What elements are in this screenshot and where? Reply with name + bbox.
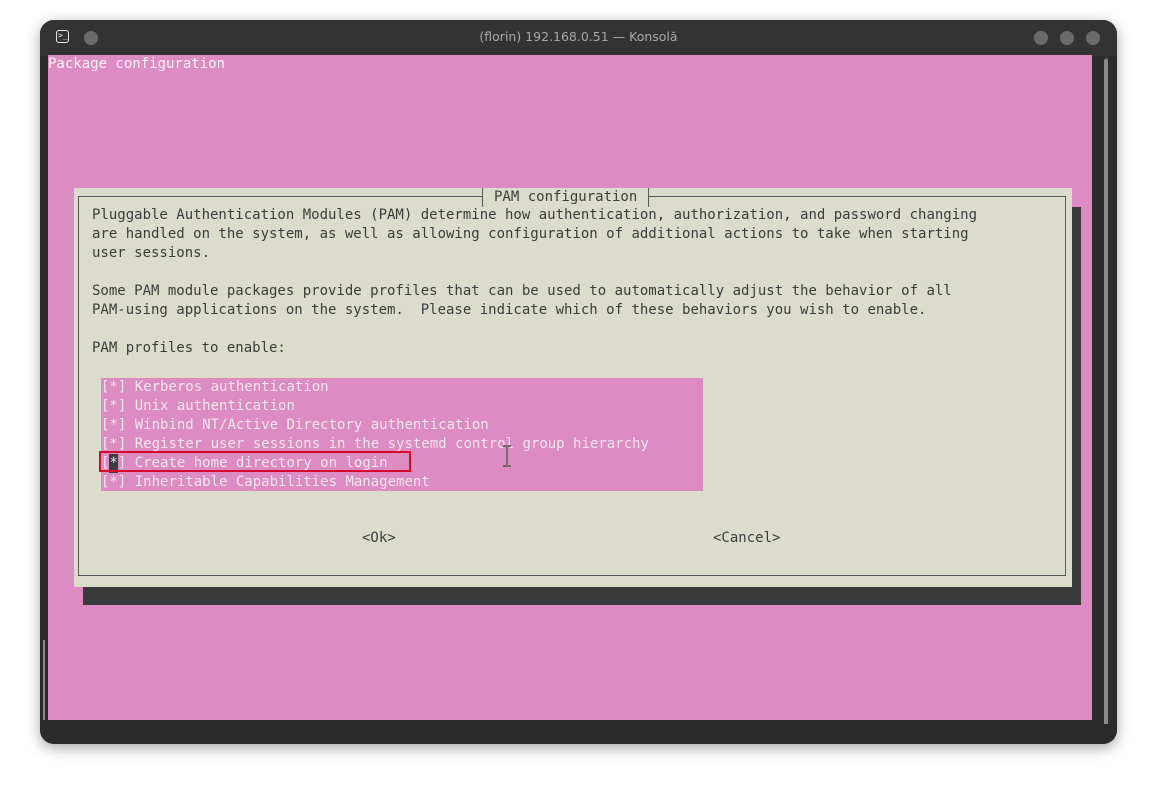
option-label: Kerberos authentication [134,379,329,395]
pam-profiles-list[interactable]: [*] Kerberos authentication [*] Unix aut… [101,378,703,491]
list-item[interactable]: [*] Kerberos authentication [101,378,329,397]
profiles-prompt: PAM profiles to enable: [92,340,286,356]
scrollbar-thumb[interactable] [1104,59,1108,725]
maximize-icon[interactable] [1060,31,1074,45]
description-line: are handled on the system, as well as al… [92,226,969,242]
option-label: Unix authentication [134,398,295,414]
window-bottom-bar [40,724,1117,744]
pam-configuration-dialog: PAM configuration Pluggable Authenticati… [74,188,1072,587]
checkbox-mark[interactable]: [*] [101,379,126,395]
text-cursor-icon [503,445,511,467]
vertical-scrollbar[interactable] [1101,57,1111,725]
annotation-highlight-box [99,451,411,472]
option-label: Register user sessions in the systemd co… [134,436,649,452]
description-line: user sessions. [92,245,211,261]
close-icon[interactable] [1086,31,1100,45]
package-configuration-header: Package configuration [48,56,226,72]
terminal-area[interactable]: Package configuration PAM configuration … [48,55,1092,720]
list-item[interactable]: [*] Inheritable Capabilities Management [101,473,430,492]
minimize-icon[interactable] [1034,31,1048,45]
title-bar[interactable]: >_ (florin) 192.168.0.51 — Konsolă [40,20,1117,56]
description-line: PAM-using applications on the system. Pl… [92,302,927,318]
description-line: Some PAM module packages provide profile… [92,283,952,299]
ok-button[interactable]: <Ok> [362,529,396,548]
option-label: Inheritable Capabilities Management [134,474,430,490]
list-item[interactable]: [*] Unix authentication [101,397,295,416]
description-line: Pluggable Authentication Modules (PAM) d… [92,207,978,223]
option-label: Winbind NT/Active Directory authenticati… [134,417,489,433]
konsole-window: >_ (florin) 192.168.0.51 — Konsolă Packa… [40,20,1117,744]
window-title: (florin) 192.168.0.51 — Konsolă [479,29,678,44]
checkbox-mark[interactable]: [*] [101,474,126,490]
dialog-title: PAM configuration [482,188,650,207]
checkbox-mark[interactable]: [*] [101,417,126,433]
left-edge-marker [43,640,45,720]
list-item[interactable]: [*] Winbind NT/Active Directory authenti… [101,416,489,435]
checkbox-mark[interactable]: [*] [101,436,126,452]
checkbox-mark[interactable]: [*] [101,398,126,414]
cancel-button[interactable]: <Cancel> [713,529,780,548]
